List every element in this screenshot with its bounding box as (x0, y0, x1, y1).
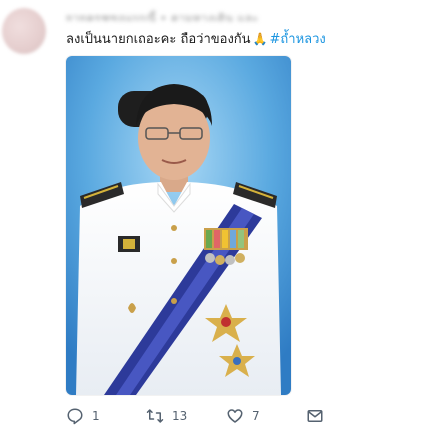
folded-hands-icon: 🙏 (252, 32, 268, 46)
tweet-photo[interactable] (66, 56, 291, 395)
heart-icon (227, 409, 243, 423)
tweet-actions: 1 13 7 (66, 404, 336, 428)
reply-count: 1 (92, 409, 100, 423)
like-count: 7 (252, 409, 260, 423)
hashtag-link[interactable]: #ถ้ำหลวง (270, 32, 326, 47)
tweet-text: ลงเป็นนายกเถอะคะ ถือว่าของกัน 🙏 #ถ้ำหลวง (66, 28, 326, 49)
author-handle[interactable]: ยายครุฑขอแบบนี้ • ตามทางเดิน และ (66, 9, 336, 21)
reply-button[interactable]: 1 (66, 404, 100, 428)
retweet-icon (146, 409, 164, 423)
envelope-icon (307, 410, 323, 422)
retweet-button[interactable]: 13 (146, 404, 187, 428)
portrait-image (66, 56, 291, 395)
retweet-count: 13 (172, 409, 188, 423)
reply-icon (67, 408, 83, 425)
message-button[interactable] (306, 404, 324, 428)
tweet-body: ลงเป็นนายกเถอะคะ ถือว่าของกัน (66, 32, 251, 47)
like-button[interactable]: 7 (226, 404, 260, 428)
avatar[interactable] (2, 8, 46, 54)
